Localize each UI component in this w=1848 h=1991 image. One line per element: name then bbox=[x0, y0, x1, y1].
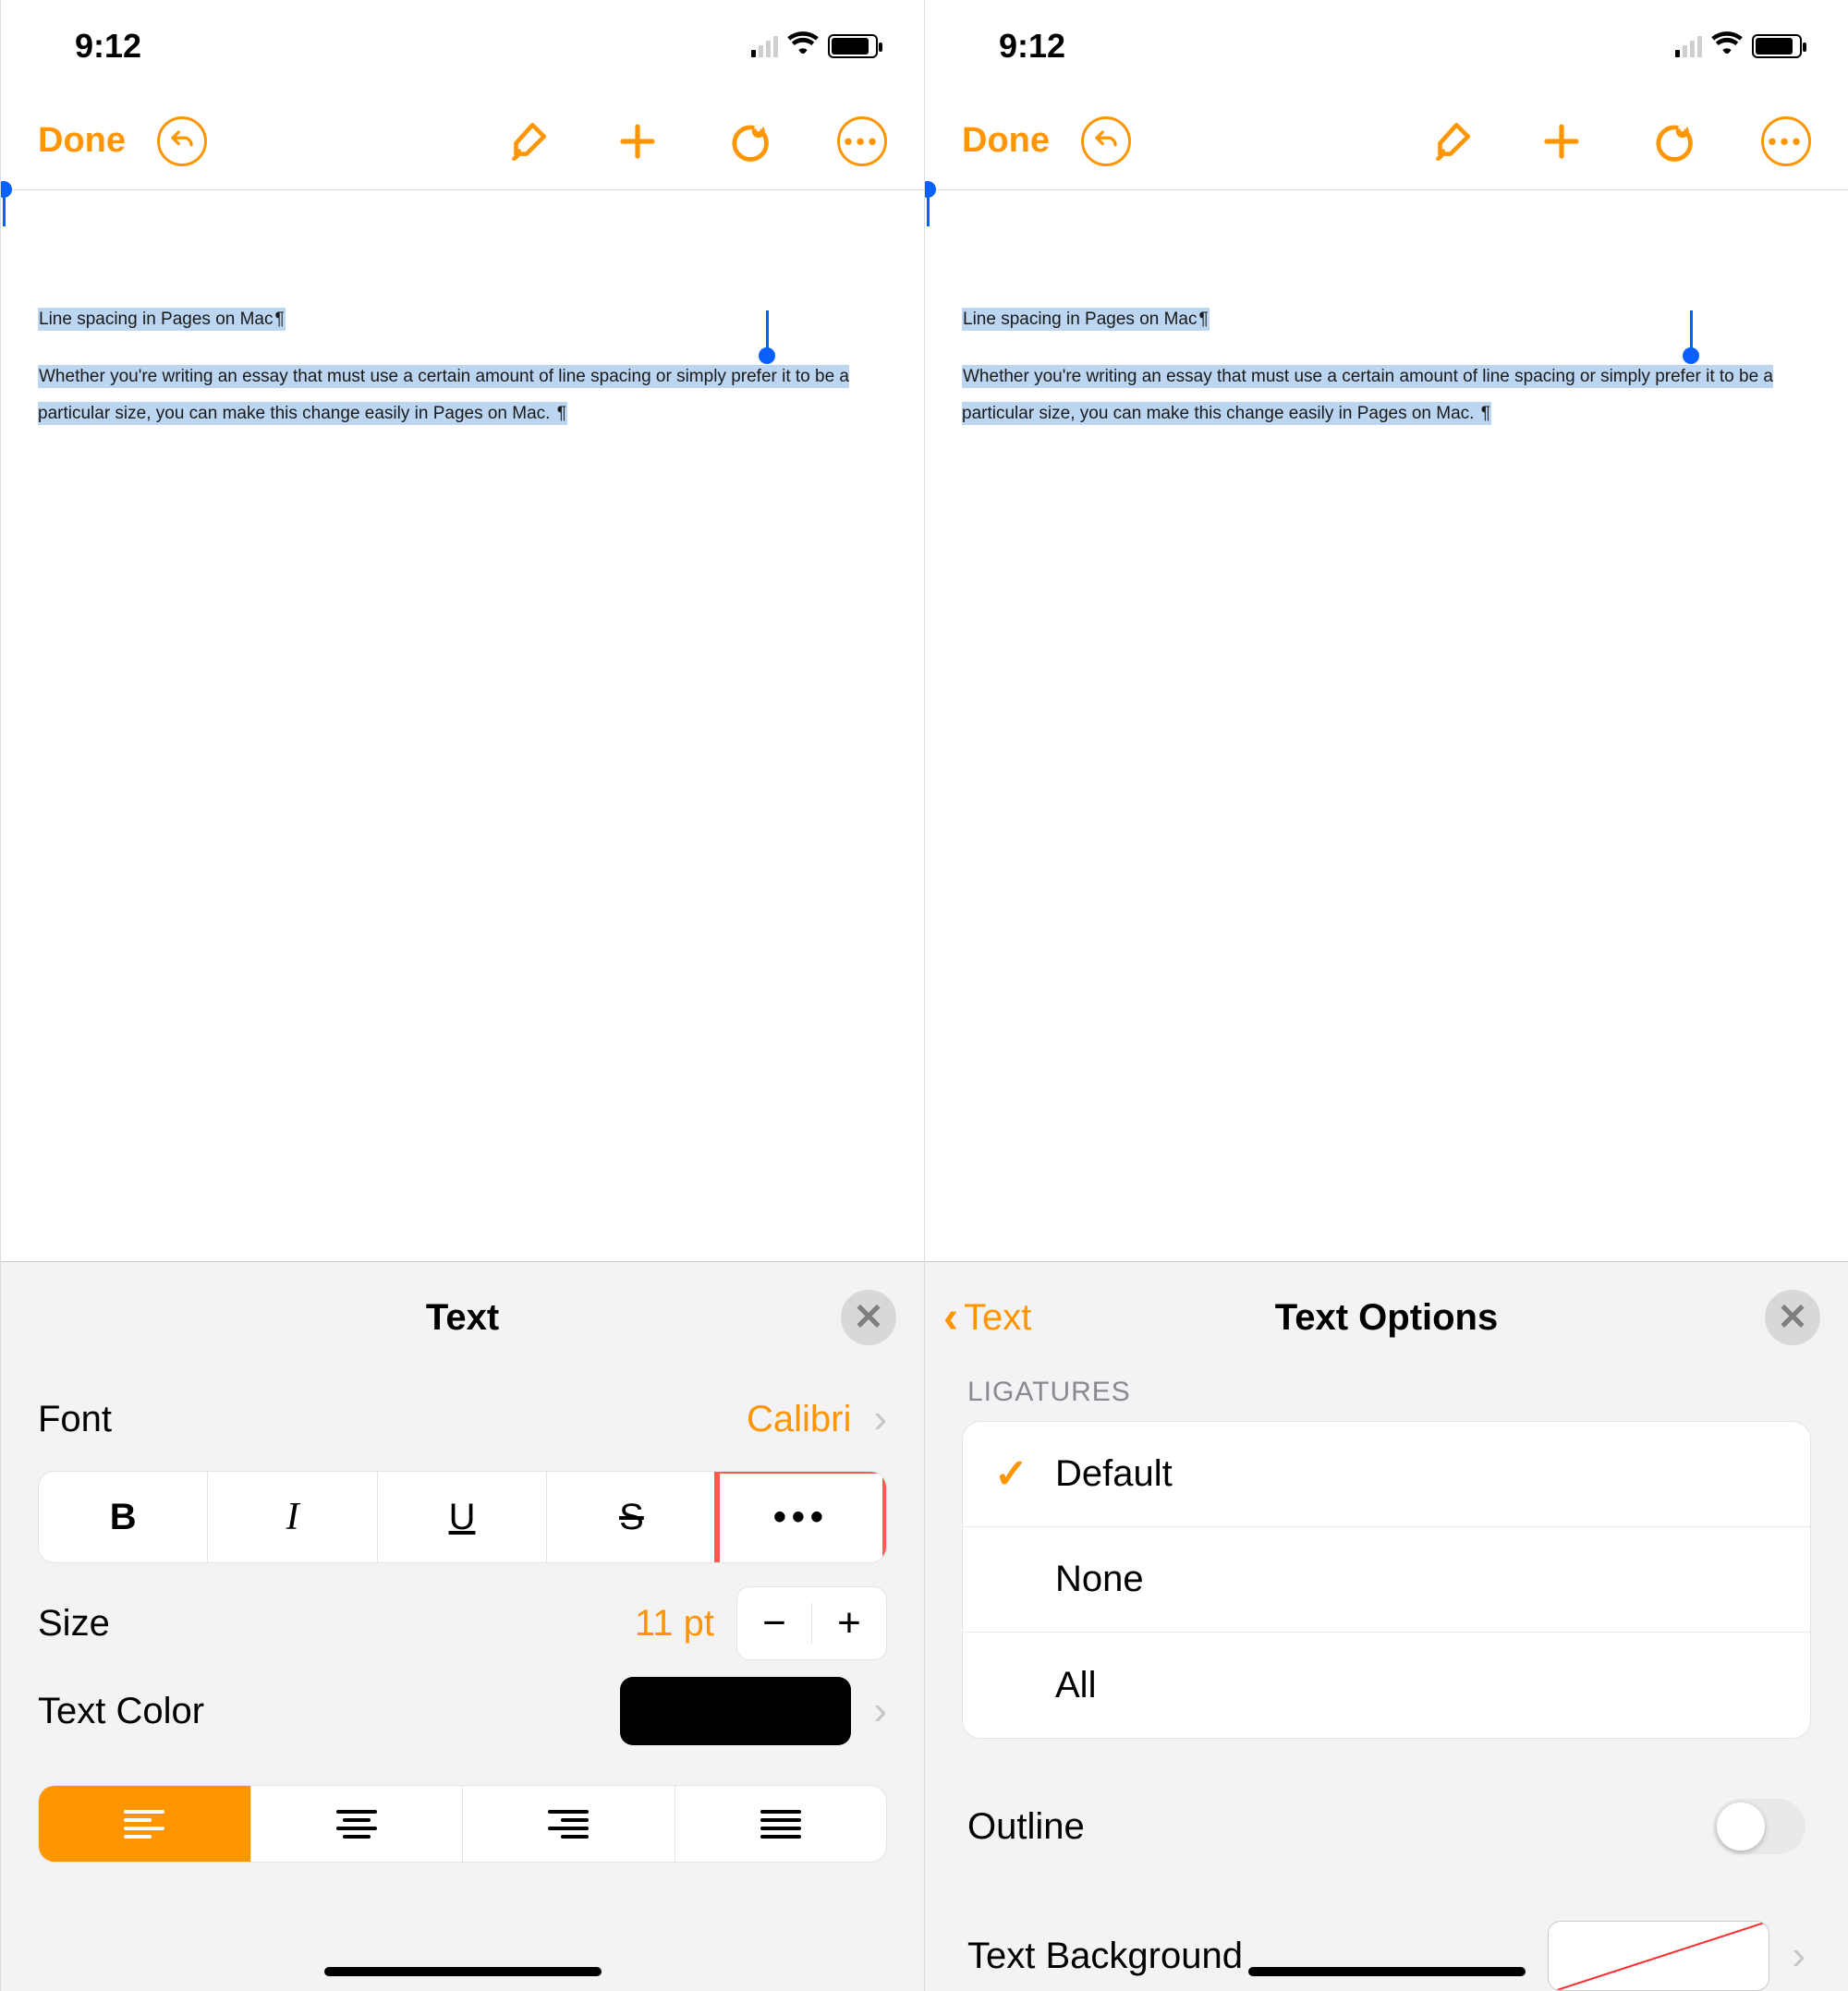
ligatures-section-label: LIGATURES bbox=[967, 1377, 1811, 1408]
close-panel-button[interactable]: ✕ bbox=[841, 1290, 896, 1345]
close-panel-button[interactable]: ✕ bbox=[1765, 1290, 1820, 1345]
chevron-right-icon: › bbox=[873, 1688, 887, 1734]
panel-title: Text bbox=[426, 1297, 499, 1339]
checkmark-icon: ✓ bbox=[994, 1451, 1028, 1498]
home-indicator[interactable] bbox=[324, 1967, 602, 1976]
text-color-label: Text Color bbox=[38, 1691, 204, 1732]
alignment-segmented bbox=[38, 1785, 887, 1863]
document-canvas[interactable]: Line spacing in Pages on Mac¶ Whether yo… bbox=[1, 190, 924, 1261]
wifi-icon bbox=[787, 30, 819, 62]
outline-row: Outline bbox=[962, 1776, 1811, 1877]
done-button[interactable]: Done bbox=[38, 121, 126, 161]
battery-icon bbox=[1752, 34, 1802, 58]
align-justify-button[interactable] bbox=[675, 1786, 887, 1862]
selection-end-handle[interactable] bbox=[1683, 347, 1699, 364]
ligature-option-none[interactable]: None bbox=[963, 1527, 1810, 1633]
cellular-icon bbox=[751, 35, 778, 57]
selection-end-stem bbox=[1690, 310, 1693, 349]
outline-toggle[interactable] bbox=[1713, 1799, 1805, 1854]
strikethrough-button[interactable]: S bbox=[547, 1472, 716, 1562]
back-label: Text bbox=[964, 1297, 1031, 1339]
add-button[interactable] bbox=[1539, 119, 1584, 164]
more-text-options-button[interactable]: ••• bbox=[717, 1472, 886, 1562]
outline-label: Outline bbox=[967, 1806, 1085, 1848]
selection-start-stem bbox=[927, 189, 930, 226]
align-center-button[interactable] bbox=[251, 1786, 464, 1862]
doc-body-text[interactable]: Whether you're writing an essay that mus… bbox=[962, 365, 1773, 425]
doc-title-text[interactable]: Line spacing in Pages on Mac bbox=[38, 308, 274, 331]
more-menu-button[interactable]: ••• bbox=[837, 116, 887, 166]
done-button[interactable]: Done bbox=[962, 121, 1050, 161]
status-icons bbox=[1675, 30, 1802, 62]
more-menu-button[interactable]: ••• bbox=[1761, 116, 1811, 166]
screen-right: 9:12 Done bbox=[924, 0, 1848, 1991]
font-row[interactable]: Font Calibri › bbox=[38, 1373, 887, 1465]
doc-title-text[interactable]: Line spacing in Pages on Mac bbox=[962, 308, 1198, 331]
status-time: 9:12 bbox=[999, 27, 1065, 66]
align-left-button[interactable] bbox=[39, 1786, 251, 1862]
font-style-segmented: B I U S ••• bbox=[38, 1471, 887, 1563]
doc-body-text[interactable]: Whether you're writing an essay that mus… bbox=[38, 365, 849, 425]
chevron-right-icon: › bbox=[873, 1396, 887, 1442]
underline-button[interactable]: U bbox=[378, 1472, 547, 1562]
ligature-option-all[interactable]: All bbox=[963, 1633, 1810, 1738]
document-canvas[interactable]: Line spacing in Pages on Mac¶ Whether yo… bbox=[925, 190, 1848, 1261]
selection-end-handle[interactable] bbox=[759, 347, 775, 364]
collaborate-button[interactable] bbox=[724, 117, 772, 165]
home-indicator[interactable] bbox=[1248, 1967, 1526, 1976]
italic-button[interactable]: I bbox=[208, 1472, 377, 1562]
status-time: 9:12 bbox=[75, 27, 141, 66]
text-format-panel: Text ✕ Font Calibri › B I U S ••• Size bbox=[1, 1261, 924, 1991]
selection-start-handle[interactable] bbox=[924, 181, 936, 198]
screen-left: 9:12 Done bbox=[0, 0, 924, 1991]
status-icons bbox=[751, 30, 878, 62]
align-right-button[interactable] bbox=[463, 1786, 675, 1862]
chevron-left-icon: ‹ bbox=[943, 1293, 958, 1343]
panel-header: Text ✕ bbox=[1, 1262, 924, 1373]
font-label: Font bbox=[38, 1399, 112, 1440]
chevron-right-icon: › bbox=[1792, 1933, 1805, 1979]
text-background-swatch[interactable] bbox=[1548, 1921, 1769, 1991]
text-background-row[interactable]: Text Background › bbox=[962, 1905, 1811, 1991]
collaborate-button[interactable] bbox=[1648, 117, 1696, 165]
add-button[interactable] bbox=[615, 119, 660, 164]
format-brush-button[interactable] bbox=[1429, 118, 1475, 164]
text-color-swatch[interactable] bbox=[620, 1677, 851, 1745]
status-bar: 9:12 bbox=[925, 0, 1848, 92]
size-increase-button[interactable]: + bbox=[812, 1600, 886, 1646]
text-background-label: Text Background bbox=[967, 1936, 1243, 1977]
panel-header: ‹ Text Text Options ✕ bbox=[925, 1262, 1848, 1373]
format-brush-button[interactable] bbox=[505, 118, 551, 164]
size-label: Size bbox=[38, 1603, 110, 1645]
battery-icon bbox=[828, 34, 878, 58]
ligatures-list: ✓ Default None All bbox=[962, 1421, 1811, 1739]
panel-title: Text Options bbox=[1275, 1297, 1498, 1339]
cellular-icon bbox=[1675, 35, 1702, 57]
size-value: 11 pt bbox=[635, 1603, 714, 1645]
text-options-panel: ‹ Text Text Options ✕ LIGATURES ✓ Defaul… bbox=[925, 1261, 1848, 1991]
selection-start-stem bbox=[3, 189, 6, 226]
ligature-option-default[interactable]: ✓ Default bbox=[963, 1422, 1810, 1527]
wifi-icon bbox=[1711, 30, 1743, 62]
bold-button[interactable]: B bbox=[39, 1472, 208, 1562]
undo-button[interactable] bbox=[157, 116, 207, 166]
back-button[interactable]: ‹ Text bbox=[943, 1293, 1031, 1343]
size-stepper: − + bbox=[736, 1586, 887, 1660]
app-toolbar: Done ••• bbox=[925, 92, 1848, 190]
selection-start-handle[interactable] bbox=[0, 181, 12, 198]
app-toolbar: Done ••• bbox=[1, 92, 924, 190]
font-value: Calibri bbox=[747, 1399, 851, 1440]
size-row: Size 11 pt − + bbox=[38, 1582, 887, 1665]
size-decrease-button[interactable]: − bbox=[737, 1600, 811, 1646]
status-bar: 9:12 bbox=[1, 0, 924, 92]
undo-button[interactable] bbox=[1081, 116, 1131, 166]
text-color-row[interactable]: Text Color › bbox=[38, 1665, 887, 1757]
selection-end-stem bbox=[766, 310, 769, 349]
